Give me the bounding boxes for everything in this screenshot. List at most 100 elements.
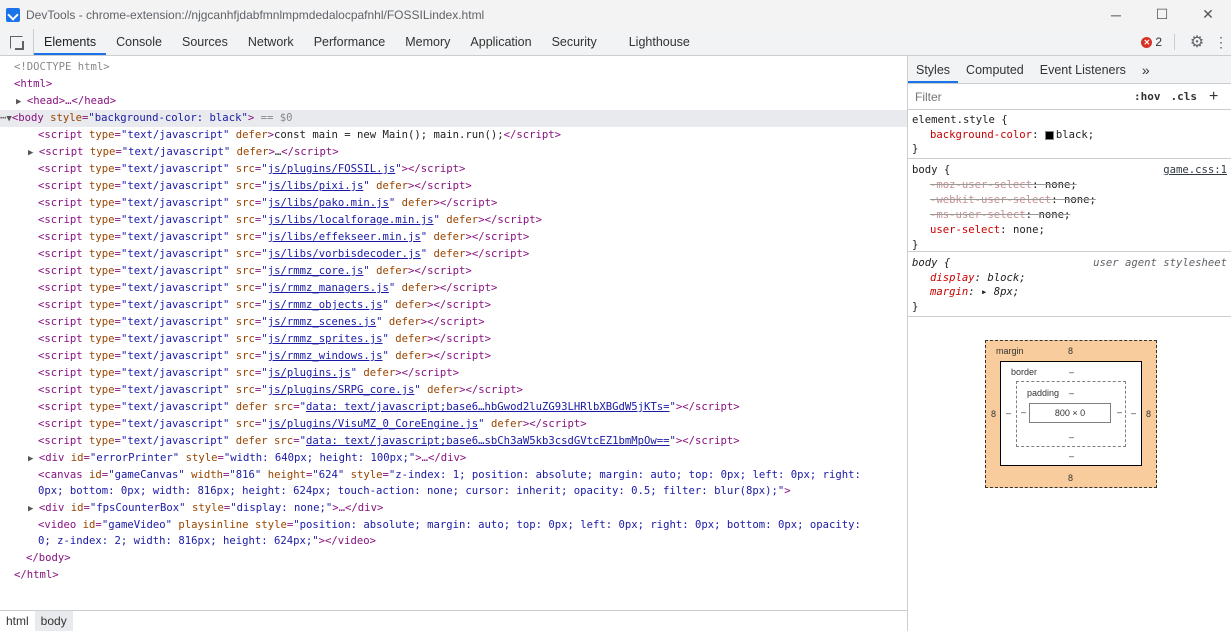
script-node-src[interactable]: <script type="text/javascript" src="js/r… [38, 297, 491, 314]
script-node-src[interactable]: <script type="text/javascript" src="js/r… [38, 263, 472, 280]
script-node-inline-main[interactable]: <script type="text/javascript" defer>con… [38, 127, 561, 144]
inspect-element-button[interactable] [0, 29, 34, 55]
breadcrumb-body[interactable]: body [34, 611, 73, 631]
dom-node-game-video-cont[interactable]: 0; z-index: 2; width: 816px; height: 624… [38, 533, 376, 550]
script-node-src[interactable]: <script type="text/javascript" src="js/r… [38, 331, 491, 348]
script-node-src[interactable]: <script type="text/javascript" src="js/p… [38, 161, 465, 178]
border-top-value[interactable]: – [1069, 367, 1074, 377]
script-src-link[interactable]: js/rmmz_core.js [268, 265, 364, 277]
tab-sources[interactable]: Sources [172, 29, 238, 55]
script-src-link[interactable]: js/rmmz_managers.js [268, 282, 389, 294]
script-node-data-url[interactable]: <script type="text/javascript" defer src… [38, 433, 740, 450]
script-node-collapsed[interactable]: ▶ <script type="text/javascript" defer>…… [28, 144, 339, 161]
margin-top-value[interactable]: 8 [1068, 346, 1073, 356]
box-model-margin[interactable]: margin 8 8 8 8 border – – – – padding – … [985, 340, 1157, 488]
script-node-data-url[interactable]: <script type="text/javascript" defer src… [38, 399, 740, 416]
script-src-link[interactable]: js/plugins/SRPG_core.js [268, 384, 415, 396]
dom-node-game-canvas-cont[interactable]: 0px; bottom: 0px; width: 816px; height: … [38, 483, 791, 500]
script-node-src[interactable]: <script type="text/javascript" src="js/l… [38, 212, 542, 229]
tab-elements[interactable]: Elements [34, 29, 107, 55]
padding-left-value[interactable]: – [1021, 407, 1026, 417]
tab-styles[interactable]: Styles [908, 56, 959, 83]
tab-console[interactable]: Console [106, 29, 172, 55]
script-src-link[interactable]: data: text/javascript;base6…hbGwod2luZG9… [306, 401, 670, 413]
element-style-declaration[interactable]: background-color: black; [930, 128, 1094, 143]
dom-node-head[interactable]: ▶ <head>…</head> [16, 93, 116, 110]
script-src-link[interactable]: js/libs/vorbisdecoder.js [268, 248, 421, 260]
tab-application[interactable]: Application [460, 29, 541, 55]
script-node-src[interactable]: <script type="text/javascript" src="js/r… [38, 314, 485, 331]
settings-button[interactable]: ⚙ [1183, 29, 1211, 55]
expand-triangle-icon[interactable]: ▶ [28, 454, 39, 464]
dom-node-game-video[interactable]: <video id="gameVideo" playsinline style=… [38, 517, 861, 534]
border-left-value[interactable]: – [1006, 408, 1011, 418]
script-node-src[interactable]: <script type="text/javascript" src="js/l… [38, 178, 472, 195]
script-src-link[interactable]: data: text/javascript;base6…sbCh3aW5kb3c… [306, 435, 670, 447]
expand-triangle-icon[interactable]: ▶ [16, 97, 27, 107]
script-node-src[interactable]: <script type="text/javascript" src="js/p… [38, 382, 523, 399]
border-bottom-value[interactable]: – [1069, 451, 1074, 461]
border-right-value[interactable]: – [1131, 408, 1136, 418]
dom-node-body-selected[interactable]: ⋯▼<body style="background-color: black">… [0, 110, 907, 127]
script-node-src[interactable]: <script type="text/javascript" src="js/l… [38, 229, 529, 246]
dom-node-body-close[interactable]: </body> [26, 550, 71, 567]
script-node-src[interactable]: <script type="text/javascript" src="js/p… [38, 365, 459, 382]
error-count-badge[interactable]: ✕ 2 [1141, 35, 1162, 49]
dom-node-error-printer[interactable]: ▶ <div id="errorPrinter" style="width: 6… [28, 450, 466, 467]
script-src-link[interactable]: js/libs/effekseer.min.js [268, 231, 421, 243]
box-model-padding[interactable]: padding – – – – 800 × 0 [1016, 381, 1126, 447]
box-model-content-size[interactable]: 800 × 0 [1029, 403, 1111, 423]
close-window-button[interactable]: ✕ [1185, 0, 1231, 29]
class-toggle[interactable]: .cls [1171, 90, 1198, 103]
dom-node-fps-counter[interactable]: ▶ <div id="fpsCounterBox" style="display… [28, 500, 383, 517]
box-model-border[interactable]: border – – – – padding – – – – 800 × 0 [1000, 361, 1142, 466]
expand-triangle-icon[interactable]: ▶ [28, 504, 39, 514]
css-declaration[interactable]: -webkit-user-select: none; [930, 193, 1096, 208]
script-src-link[interactable]: js/plugins/VisuMZ_0_CoreEngine.js [268, 418, 478, 430]
padding-right-value[interactable]: – [1117, 407, 1122, 417]
script-src-link[interactable]: js/rmmz_sprites.js [268, 333, 383, 345]
maximize-button[interactable]: ☐ [1139, 0, 1185, 29]
margin-bottom-value[interactable]: 8 [1068, 473, 1073, 483]
minimize-button[interactable]: ─ [1093, 0, 1139, 29]
tab-lighthouse[interactable]: Lighthouse [619, 29, 700, 55]
tab-event-listeners[interactable]: Event Listeners [1032, 56, 1134, 83]
styles-filter-input[interactable] [912, 87, 1124, 106]
dom-node-html-close[interactable]: </html> [14, 567, 59, 584]
dom-node-html[interactable]: <html> [14, 76, 52, 93]
script-src-link[interactable]: js/plugins/FOSSIL.js [268, 163, 396, 175]
script-src-link[interactable]: js/rmmz_windows.js [268, 350, 383, 362]
hover-state-toggle[interactable]: :hov [1134, 90, 1161, 103]
expand-triangle-icon[interactable]: ▶ [28, 148, 39, 158]
tab-performance[interactable]: Performance [304, 29, 396, 55]
tab-network[interactable]: Network [238, 29, 304, 55]
margin-right-value[interactable]: 8 [1146, 409, 1151, 419]
color-swatch-icon[interactable] [1044, 130, 1054, 140]
script-src-link[interactable]: js/libs/pako.min.js [268, 197, 389, 209]
script-src-link[interactable]: js/rmmz_objects.js [268, 299, 383, 311]
more-options-button[interactable]: ⋮ [1211, 29, 1231, 55]
script-src-link[interactable]: js/libs/localforage.min.js [268, 214, 434, 226]
css-declaration[interactable]: user-select: none; [930, 223, 1045, 238]
dom-node-game-canvas[interactable]: <canvas id="gameCanvas" width="816" heig… [38, 467, 861, 484]
script-node-src[interactable]: <script type="text/javascript" src="js/r… [38, 348, 491, 365]
css-declaration[interactable]: -moz-user-select: none; [930, 178, 1077, 193]
tab-security[interactable]: Security [542, 29, 607, 55]
padding-top-value[interactable]: – [1069, 388, 1074, 398]
script-node-src[interactable]: <script type="text/javascript" src="js/l… [38, 246, 529, 263]
padding-bottom-value[interactable]: – [1069, 432, 1074, 442]
tab-memory[interactable]: Memory [395, 29, 460, 55]
script-src-link[interactable]: js/libs/pixi.js [268, 180, 364, 192]
margin-left-value[interactable]: 8 [991, 409, 996, 419]
more-tabs-chevron-icon[interactable]: » [1134, 56, 1158, 83]
new-rule-plus-icon[interactable]: + [1209, 88, 1218, 106]
css-declaration[interactable]: -ms-user-select: none; [930, 208, 1070, 223]
script-node-src[interactable]: <script type="text/javascript" src="js/l… [38, 195, 497, 212]
script-node-src[interactable]: <script type="text/javascript" src="js/p… [38, 416, 587, 433]
game-css-source-link[interactable]: game.css:1 [1163, 164, 1227, 176]
breadcrumb-html[interactable]: html [0, 611, 35, 631]
dom-node-doctype[interactable]: <!DOCTYPE html> [14, 59, 110, 76]
tab-computed[interactable]: Computed [958, 56, 1032, 83]
script-node-src[interactable]: <script type="text/javascript" src="js/r… [38, 280, 497, 297]
script-src-link[interactable]: js/rmmz_scenes.js [268, 316, 376, 328]
